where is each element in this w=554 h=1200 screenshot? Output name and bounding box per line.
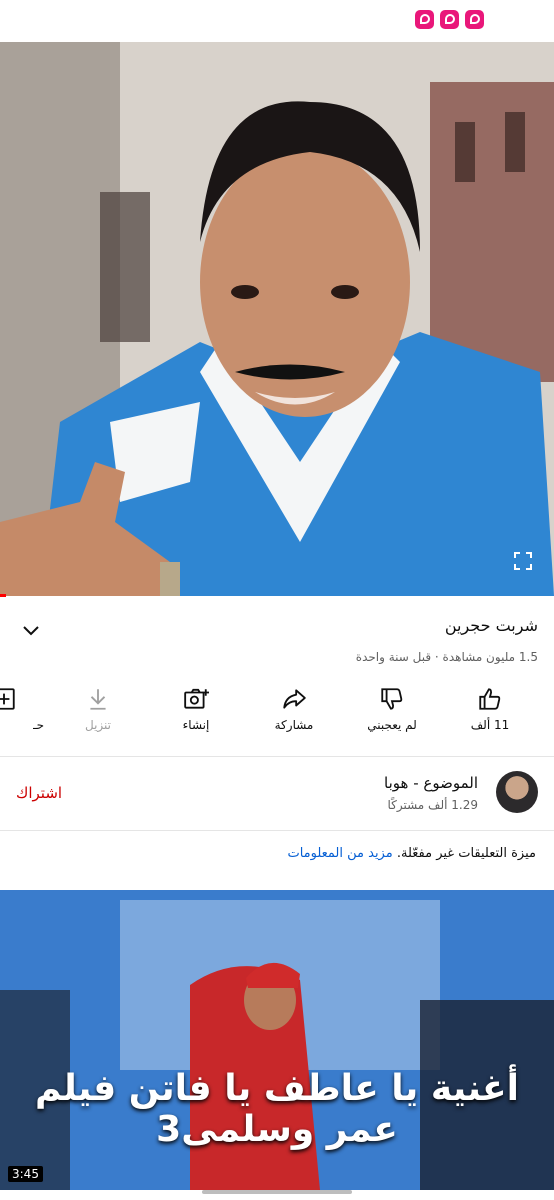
create-button[interactable]: إنشاء <box>156 684 236 748</box>
status-bar <box>0 0 554 42</box>
subscriber-count: 1.29 ألف مشتركًا <box>387 798 478 812</box>
create-icon <box>184 688 209 709</box>
like-button[interactable]: 11 ألف <box>450 684 530 748</box>
chevron-down-icon[interactable] <box>20 620 42 642</box>
notification-badges <box>415 10 484 29</box>
learn-more-link[interactable]: مزيد من المعلومات <box>287 846 392 861</box>
app-badge-icon <box>440 10 459 29</box>
divider <box>0 756 554 757</box>
save-label: حـ <box>33 718 44 732</box>
dislike-label: لم يعجبني <box>367 718 417 732</box>
app-badge-icon <box>415 10 434 29</box>
next-video-thumbnail[interactable]: أغنية يا عاطف يا فاتن فيلم عمر وسلمى3 3:… <box>0 890 554 1190</box>
home-indicator[interactable] <box>202 1190 352 1194</box>
thumbnail-caption: أغنية يا عاطف يا فاتن فيلم عمر وسلمى3 <box>35 1068 519 1150</box>
fullscreen-icon[interactable] <box>514 552 532 570</box>
download-icon <box>90 689 106 710</box>
action-bar: 11 ألف لم يعجبني مشاركة إنشاء تنزيل حـ <box>0 684 554 754</box>
video-title: شربت حجرين <box>444 616 538 635</box>
like-count: 11 ألف <box>470 718 510 732</box>
dislike-button[interactable]: لم يعجبني <box>352 684 432 748</box>
subscribe-button[interactable]: اشتراك <box>16 784 62 802</box>
thumbs-up-icon <box>479 688 501 710</box>
share-button[interactable]: مشاركة <box>254 684 334 748</box>
comments-text: ميزة التعليقات غير مفعّلة. <box>396 846 536 861</box>
video-meta: 1.5 مليون مشاهدة · قبل سنة واحدة <box>355 650 538 664</box>
download-label: تنزيل <box>84 718 111 732</box>
video-duration: 3:45 <box>8 1166 43 1182</box>
share-label: مشاركة <box>274 718 314 732</box>
comments-disabled-notice: ميزة التعليقات غير مفعّلة. مزيد من المعل… <box>287 846 536 861</box>
video-frame-image <box>0 42 554 596</box>
thumbs-down-icon <box>381 688 403 710</box>
divider <box>0 830 554 831</box>
create-label: إنشاء <box>182 718 210 732</box>
download-button[interactable]: تنزيل <box>58 684 138 748</box>
title-row[interactable]: شربت حجرين <box>0 610 554 646</box>
add-playlist-icon <box>0 688 15 710</box>
channel-name: الموضوع - هوبا <box>384 774 478 792</box>
app-badge-icon <box>465 10 484 29</box>
channel-avatar[interactable] <box>496 771 538 813</box>
channel-row[interactable]: الموضوع - هوبا 1.29 ألف مشتركًا اشتراك <box>0 758 554 830</box>
progress-bar[interactable] <box>0 594 6 597</box>
save-button[interactable]: حـ <box>0 684 44 748</box>
video-player[interactable] <box>0 42 554 596</box>
share-icon <box>283 689 306 709</box>
